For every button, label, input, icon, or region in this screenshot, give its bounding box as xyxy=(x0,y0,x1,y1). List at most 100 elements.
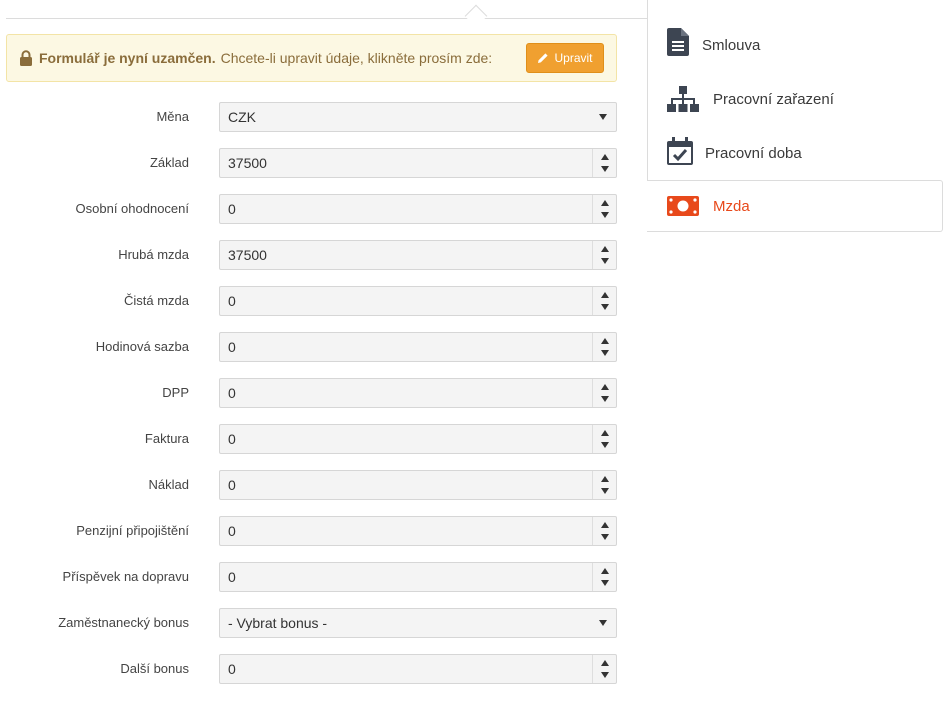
tab-pracovni-zarazeni-label: Pracovní zařazení xyxy=(713,91,834,108)
field-label: DPP xyxy=(162,385,189,400)
field-label: Penzijní připojištění xyxy=(76,523,189,538)
field-label: Zaměstnanecký bonus xyxy=(58,615,189,630)
field-value: 0 xyxy=(228,201,236,217)
spin-up-icon[interactable] xyxy=(601,338,609,344)
field-label: Další bonus xyxy=(120,661,189,676)
form-row: Základ 37500 xyxy=(0,148,620,178)
tab-smlouva-label: Smlouva xyxy=(702,37,761,54)
field-label: Měna xyxy=(156,109,189,124)
number-spinner[interactable] xyxy=(592,287,616,315)
spin-up-icon[interactable] xyxy=(601,660,609,666)
spin-down-icon[interactable] xyxy=(601,212,609,218)
number-field[interactable]: 37500 xyxy=(219,240,617,270)
spin-up-icon[interactable] xyxy=(601,430,609,436)
form-row: Penzijní připojištění 0 xyxy=(0,516,620,546)
caret-down-icon xyxy=(599,620,607,626)
top-divider xyxy=(6,18,647,19)
spin-down-icon[interactable] xyxy=(601,166,609,172)
number-spinner[interactable] xyxy=(592,655,616,683)
form-row: Náklad 0 xyxy=(0,470,620,500)
money-icon xyxy=(667,196,699,216)
spin-down-icon[interactable] xyxy=(601,672,609,678)
number-field[interactable]: 0 xyxy=(219,286,617,316)
edit-button-label: Upravit xyxy=(554,51,593,65)
alert-text: Chcete-li upravit údaje, klikněte prosím… xyxy=(220,50,493,66)
number-field[interactable]: 37500 xyxy=(219,148,617,178)
field-value: 0 xyxy=(228,569,236,585)
number-field[interactable]: 0 xyxy=(219,424,617,454)
tab-mzda-label: Mzda xyxy=(713,198,750,215)
tab-mzda[interactable]: Mzda xyxy=(647,180,943,232)
spin-down-icon[interactable] xyxy=(601,258,609,264)
number-field[interactable]: 0 xyxy=(219,194,617,224)
spin-down-icon[interactable] xyxy=(601,488,609,494)
number-field[interactable]: 0 xyxy=(219,516,617,546)
spin-up-icon[interactable] xyxy=(601,246,609,252)
form-row: Další bonus 0 xyxy=(0,654,620,684)
number-field[interactable]: 0 xyxy=(219,654,617,684)
select-field[interactable]: - Vybrat bonus - xyxy=(219,608,617,638)
form-row: Měna CZK xyxy=(0,102,620,132)
field-value: - Vybrat bonus - xyxy=(228,615,328,631)
field-value: 0 xyxy=(228,477,236,493)
form-row: Osobní ohodnocení 0 xyxy=(0,194,620,224)
field-value: 0 xyxy=(228,523,236,539)
form-row: Zaměstnanecký bonus - Vybrat bonus - xyxy=(0,608,620,638)
number-spinner[interactable] xyxy=(592,149,616,177)
number-spinner[interactable] xyxy=(592,517,616,545)
field-value: 0 xyxy=(228,431,236,447)
tab-pointer xyxy=(464,4,488,28)
tab-pracovni-zarazeni[interactable]: Pracovní zařazení xyxy=(647,74,943,126)
field-label: Náklad xyxy=(148,477,189,492)
spin-down-icon[interactable] xyxy=(601,580,609,586)
form-row: Čistá mzda 0 xyxy=(0,286,620,316)
number-spinner[interactable] xyxy=(592,195,616,223)
number-field[interactable]: 0 xyxy=(219,332,617,362)
edit-button[interactable]: Upravit xyxy=(526,43,604,73)
spin-up-icon[interactable] xyxy=(601,200,609,206)
field-value: 0 xyxy=(228,339,236,355)
field-value: 0 xyxy=(228,661,236,677)
number-spinner[interactable] xyxy=(592,241,616,269)
number-field[interactable]: 0 xyxy=(219,562,617,592)
alert-title: Formulář je nyní uzamčen. xyxy=(39,50,216,66)
org-chart-icon xyxy=(667,86,699,112)
tab-smlouva[interactable]: Smlouva xyxy=(647,20,943,72)
lock-icon xyxy=(19,50,33,66)
spin-down-icon[interactable] xyxy=(601,442,609,448)
field-label: Faktura xyxy=(144,431,189,446)
spin-up-icon[interactable] xyxy=(601,292,609,298)
pencil-icon xyxy=(538,53,549,63)
field-value: CZK xyxy=(228,109,256,125)
calendar-check-icon xyxy=(667,137,693,165)
select-field[interactable]: CZK xyxy=(219,102,617,132)
field-label: Příspěvek na dopravu xyxy=(62,569,189,584)
spin-down-icon[interactable] xyxy=(601,396,609,402)
spin-up-icon[interactable] xyxy=(601,522,609,528)
spin-up-icon[interactable] xyxy=(601,154,609,160)
spin-down-icon[interactable] xyxy=(601,350,609,356)
form-row: DPP 0 xyxy=(0,378,620,408)
spin-up-icon[interactable] xyxy=(601,476,609,482)
number-spinner[interactable] xyxy=(592,379,616,407)
field-label: Osobní ohodnocení xyxy=(75,201,189,216)
number-spinner[interactable] xyxy=(592,563,616,591)
tab-pracovni-doba[interactable]: Pracovní doba xyxy=(647,128,943,180)
spin-up-icon[interactable] xyxy=(601,384,609,390)
form-row: Příspěvek na dopravu 0 xyxy=(0,562,620,592)
form-row: Faktura 0 xyxy=(0,424,620,454)
number-field[interactable]: 0 xyxy=(219,470,617,500)
form-row: Hrubá mzda 37500 xyxy=(0,240,620,270)
form-row: Hodinová sazba 0 xyxy=(0,332,620,362)
locked-alert: Formulář je nyní uzamčen. Chcete-li upra… xyxy=(6,34,617,82)
tab-pracovni-doba-label: Pracovní doba xyxy=(705,145,802,162)
spin-up-icon[interactable] xyxy=(601,568,609,574)
document-icon xyxy=(667,28,689,56)
number-spinner[interactable] xyxy=(592,333,616,361)
number-spinner[interactable] xyxy=(592,471,616,499)
spin-down-icon[interactable] xyxy=(601,534,609,540)
number-spinner[interactable] xyxy=(592,425,616,453)
spin-down-icon[interactable] xyxy=(601,304,609,310)
number-field[interactable]: 0 xyxy=(219,378,617,408)
field-label: Hodinová sazba xyxy=(95,339,189,354)
